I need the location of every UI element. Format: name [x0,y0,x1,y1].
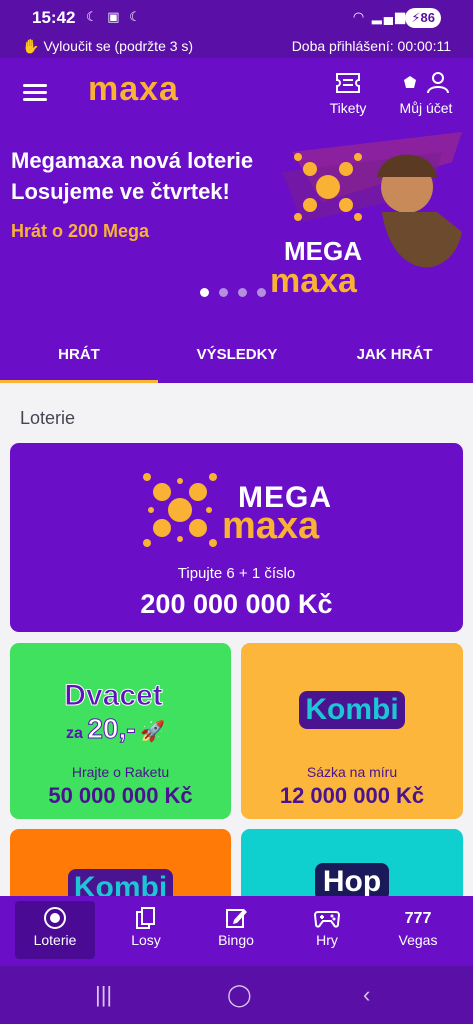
bingo-icon [196,906,276,932]
session-duration: Doba přihlášení: 00:00:11 [291,38,451,54]
nav-games[interactable]: Hry [287,901,367,959]
megamaxa-mark-icon [143,473,217,547]
hand-icon: ✋ [22,38,40,54]
bottom-navigation: Loterie Losy Bingo Hry 777 Vegas [0,896,473,966]
signal-icons: ◠ ▂▄▆ [352,9,407,24]
main-tabs: HRÁT VÝSLEDKY JAK HRÁT [0,328,473,383]
banner-artwork: MEGA maxa [270,132,462,300]
active-tab-indicator [0,380,158,383]
promo-banner[interactable]: Megamaxa nová loterie Losujeme ve čtvrte… [0,128,473,328]
carousel-dot[interactable] [257,288,266,297]
carousel-dots[interactable] [200,284,276,302]
banner-title-line2: Losujeme ve čtvrtek! [11,179,230,204]
game-card-dvacet[interactable]: Dvacet za 20,- 🚀 Hrajte o Raketu 50 000 … [10,643,231,819]
kombi-logo: Kombi [299,691,405,729]
tab-results[interactable]: VÝSLEDKY [158,346,316,363]
home-icon[interactable]: ◯ [227,982,252,1008]
maxa-logo[interactable]: maxa [88,70,179,109]
dvacet-jackpot: 50 000 000 Kč [48,783,193,808]
menu-icon[interactable] [23,84,47,102]
game-card-kombi[interactable]: Kombi Sázka na míru 12 000 000 Kč [241,643,463,819]
user-icon [395,72,457,96]
notification-icons: ☾ ▣ ☾ [86,9,144,24]
ticket-icon [328,72,368,96]
kombi-subtitle: Sázka na míru [306,764,398,780]
section-title: Loterie [20,408,76,428]
tab-how-to-play[interactable]: JAK HRÁT [316,346,473,363]
megamaxa-jackpot: 200 000 000 Kč [140,589,333,619]
status-bar: 15:42 ☾ ▣ ☾ ◠ ▂▄▆ ⚡86 [0,0,473,34]
carousel-dot[interactable] [238,288,247,297]
self-exclude-button[interactable]: ✋ Vyloučit se (podržte 3 s) [22,38,193,55]
account-button[interactable]: Můj účet [395,72,457,116]
tickets-button[interactable]: Tikety [328,72,368,116]
back-icon[interactable]: ‹ [363,982,370,1008]
vegas-777-icon: 777 [404,910,432,927]
megamaxa-subtitle: Tipujte 6 + 1 číslo [177,565,296,582]
game-card-megamaxa[interactable]: MEGA maxa Tipujte 6 + 1 číslo 200 000 00… [10,443,463,632]
nav-vegas[interactable]: 777 Vegas [378,901,458,959]
tab-play[interactable]: HRÁT [0,346,158,363]
recent-apps-icon[interactable]: ||| [95,982,112,1008]
dvacet-subtitle: Hrajte o Raketu [71,764,170,780]
nav-bingo[interactable]: Bingo [196,901,276,959]
battery-icon: ⚡86 [405,8,441,28]
art-maxa-word: maxa [270,262,358,300]
tickets-icon [106,906,186,932]
rocket-icon: 🚀 [140,721,165,743]
gamepad-icon [287,906,367,932]
dvacet-logo: Dvacet za 20,- 🚀 [64,679,165,745]
session-bar: ✋ Vyloučit se (podržte 3 s) Doba přihláše… [0,34,473,58]
banner-title-line1: Megamaxa nová loterie [11,148,254,173]
nav-scratch-tickets[interactable]: Losy [106,901,186,959]
megamaxa-logo-bottom: maxa [222,505,320,547]
kombi-jackpot: 12 000 000 Kč [279,783,425,808]
status-time: 15:42 [32,8,76,27]
banner-cta[interactable]: Hrát o 200 Mega [11,221,149,242]
carousel-dot[interactable] [219,288,228,297]
carousel-dot[interactable] [200,288,209,297]
system-navigation-bar: ||| ◯ ‹ [0,966,473,1024]
app-header: maxa Tikety Můj účet [0,58,473,128]
lottery-icon [15,906,95,932]
nav-lottery[interactable]: Loterie [15,901,95,959]
